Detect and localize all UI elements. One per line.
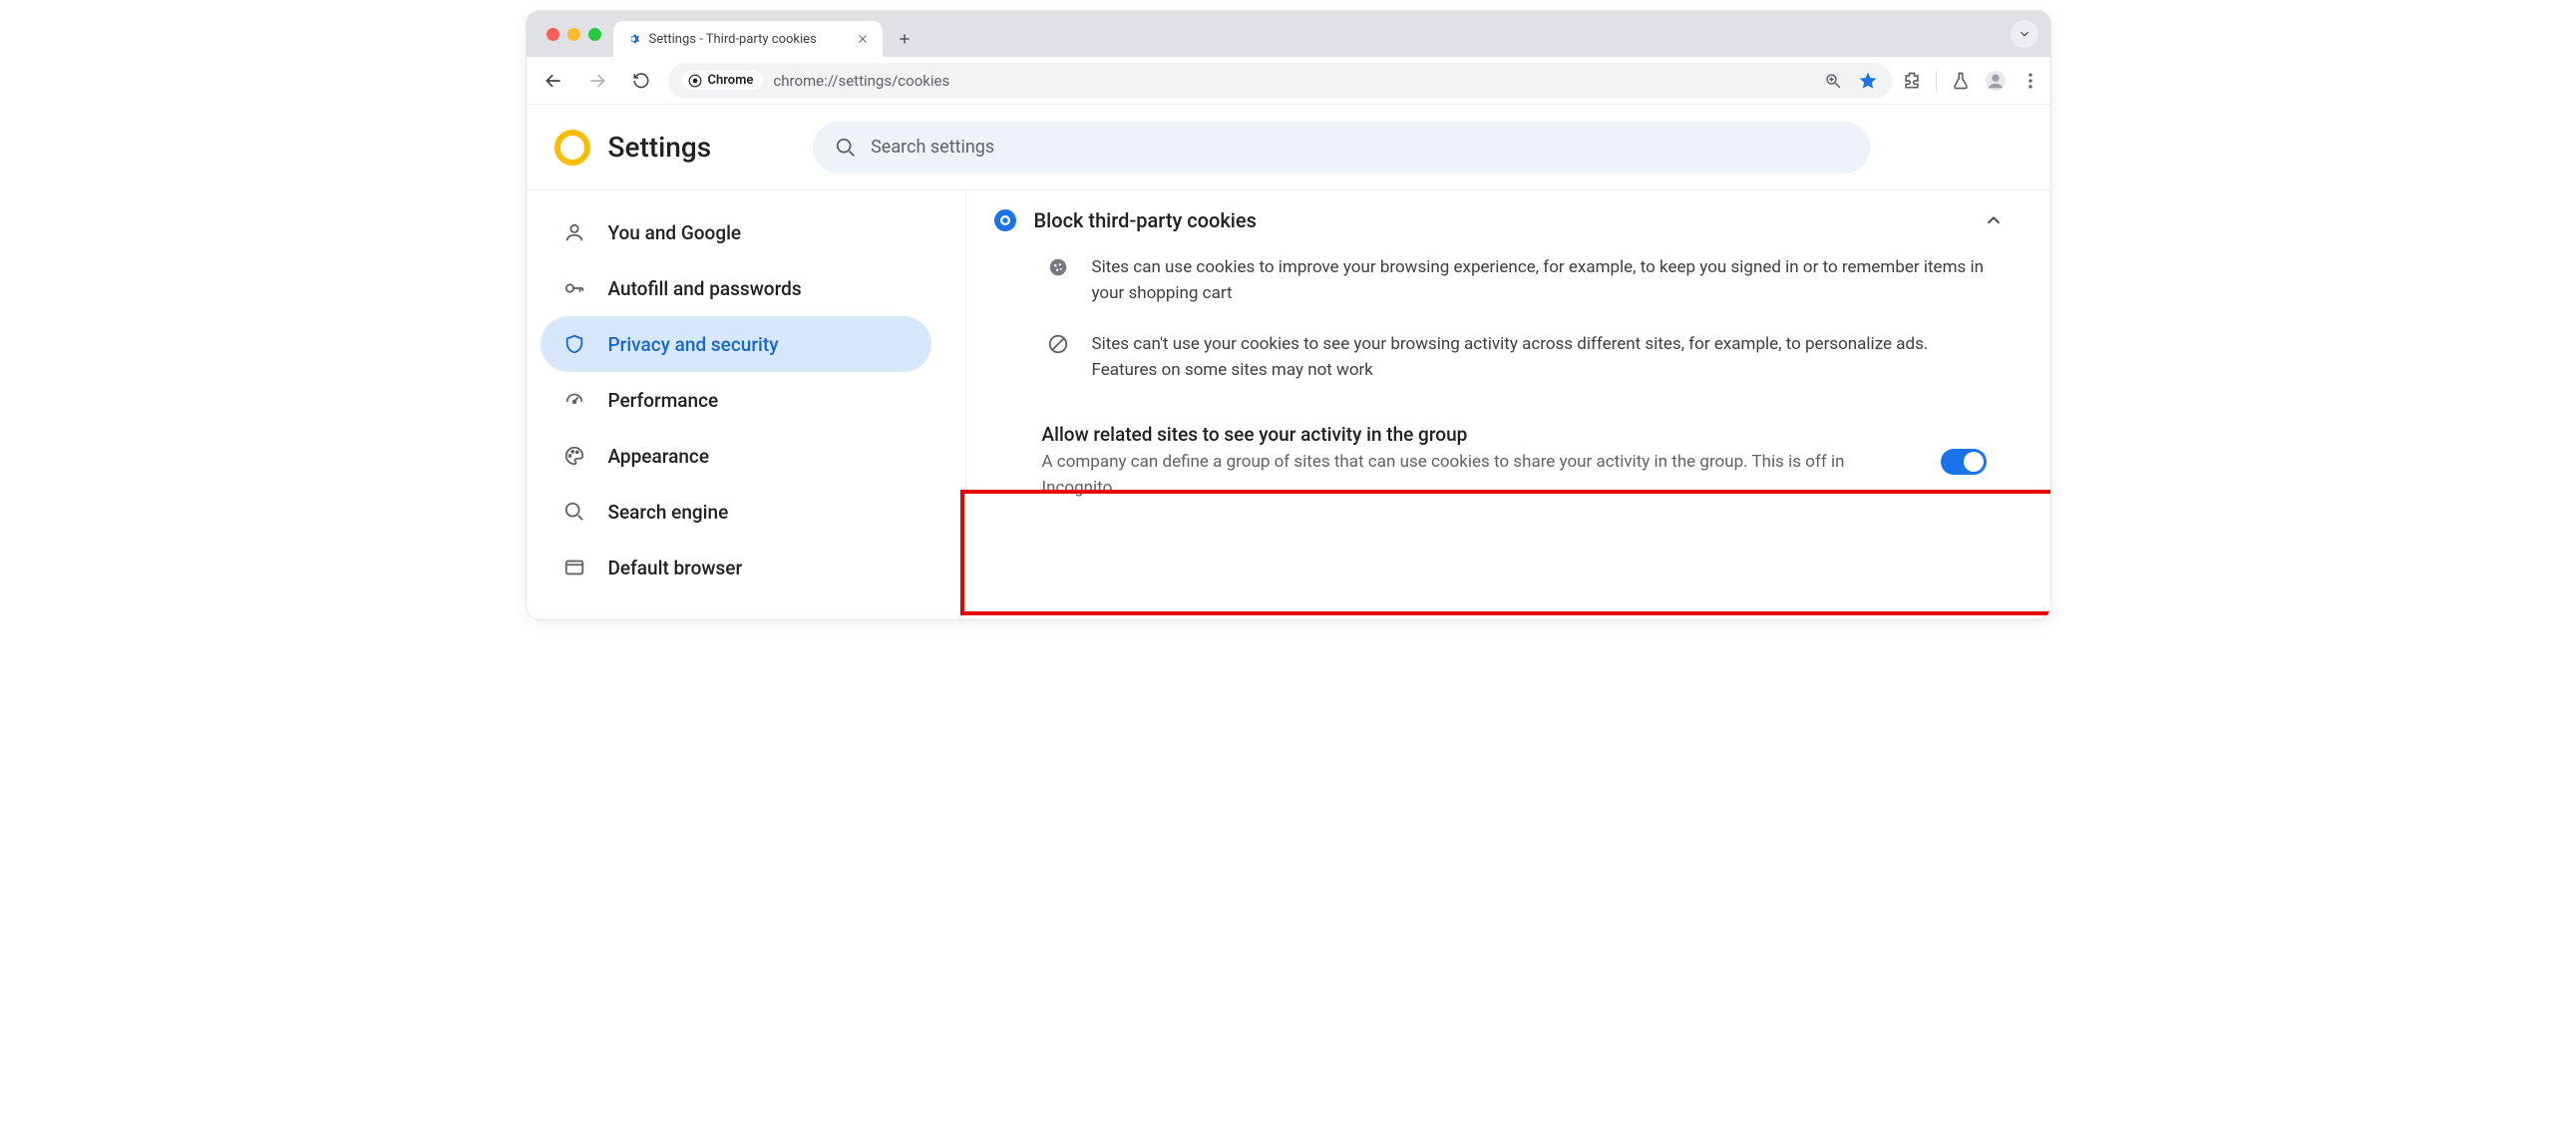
url-text: chrome://settings/cookies <box>773 72 949 90</box>
sidebar-item-privacy-security[interactable]: Privacy and security <box>541 316 931 372</box>
sidebar-item-label: Autofill and passwords <box>608 277 802 300</box>
palette-icon <box>562 444 586 468</box>
labs-flask-icon[interactable] <box>1951 71 1971 91</box>
chevron-up-icon <box>1983 209 2005 231</box>
sidebar-item-label: Default browser <box>608 557 743 579</box>
reload-button[interactable] <box>624 64 658 98</box>
tab-strip: Settings - Third-party cookies <box>527 11 2050 57</box>
bookmark-star-icon[interactable] <box>1858 71 1878 91</box>
close-window-button[interactable] <box>547 28 559 41</box>
settings-header: Settings Search settings <box>527 105 2050 190</box>
info-text: Sites can use cookies to improve your br… <box>1092 254 1991 307</box>
sidebar-item-label: Privacy and security <box>608 333 779 356</box>
speedometer-icon <box>562 388 586 412</box>
sidebar-item-performance[interactable]: Performance <box>541 372 931 428</box>
info-text: Sites can't use your cookies to see your… <box>1092 331 1991 384</box>
maximize-window-button[interactable] <box>588 28 601 41</box>
toolbar-right <box>1902 70 2040 92</box>
person-icon <box>562 220 586 244</box>
radio-selected-icon <box>994 209 1016 231</box>
sidebar-item-label: Appearance <box>608 445 710 468</box>
sidebar-item-search-engine[interactable]: Search engine <box>541 484 931 540</box>
settings-search-input[interactable]: Search settings <box>813 122 1870 174</box>
sidebar-item-label: You and Google <box>608 221 742 244</box>
site-chip-label: Chrome <box>708 73 754 88</box>
omnibox[interactable]: Chrome chrome://settings/cookies <box>668 63 1892 99</box>
close-tab-button[interactable] <box>855 31 871 47</box>
back-button[interactable] <box>537 64 570 98</box>
cookie-icon <box>1042 254 1074 307</box>
search-icon <box>562 500 586 524</box>
browser-frame-icon <box>562 556 586 579</box>
sidebar-item-label: Performance <box>608 389 719 412</box>
profile-avatar-icon[interactable] <box>1985 70 2007 92</box>
key-icon <box>562 276 586 300</box>
sidebar-item-you-and-google[interactable]: You and Google <box>541 204 931 260</box>
forward-button[interactable] <box>580 64 614 98</box>
chrome-logo-icon <box>554 130 590 166</box>
zoom-icon[interactable] <box>1824 72 1842 90</box>
gear-icon <box>625 31 641 47</box>
toggle-title: Allow related sites to see your activity… <box>1042 423 1923 446</box>
related-sites-toggle-row: Allow related sites to see your activity… <box>984 403 2030 517</box>
tab-list-button[interactable] <box>2011 20 2038 48</box>
cookie-option-block-third-party[interactable]: Block third-party cookies <box>984 190 2030 250</box>
sidebar: You and Google Autofill and passwords Pr… <box>527 190 945 619</box>
main-panel: Block third-party cookies Sites can use … <box>945 190 2050 619</box>
sidebar-item-default-browser[interactable]: Default browser <box>541 540 931 595</box>
tab-title: Settings - Third-party cookies <box>649 32 847 47</box>
toolbar: Chrome chrome://settings/cookies <box>527 57 2050 105</box>
toggle-description: A company can define a group of sites th… <box>1042 450 1860 501</box>
new-tab-button[interactable] <box>891 25 919 53</box>
related-sites-toggle[interactable] <box>1941 449 1987 475</box>
sidebar-item-autofill[interactable]: Autofill and passwords <box>541 260 931 316</box>
search-icon <box>835 137 857 159</box>
shield-icon <box>562 332 586 356</box>
divider <box>1936 71 1937 91</box>
search-placeholder: Search settings <box>871 137 994 158</box>
tab-strip-right <box>1999 11 2050 57</box>
sidebar-item-appearance[interactable]: Appearance <box>541 428 931 484</box>
info-block-allow: Sites can use cookies to improve your br… <box>984 250 2030 327</box>
menu-dots-icon[interactable] <box>2021 71 2040 91</box>
site-chip: Chrome <box>682 71 764 90</box>
browser-tab[interactable]: Settings - Third-party cookies <box>613 21 883 57</box>
block-circle-icon <box>1042 331 1074 384</box>
browser-window: Settings - Third-party cookies C <box>526 10 2051 620</box>
window-controls <box>539 11 613 57</box>
extensions-icon[interactable] <box>1902 71 1922 91</box>
info-block-deny: Sites can't use your cookies to see your… <box>984 327 2030 404</box>
brand: Settings <box>554 130 712 166</box>
option-label: Block third-party cookies <box>1034 208 1965 232</box>
page-title: Settings <box>608 131 712 164</box>
content-area: You and Google Autofill and passwords Pr… <box>527 190 2050 619</box>
minimize-window-button[interactable] <box>567 28 580 41</box>
sidebar-item-label: Search engine <box>608 501 729 524</box>
